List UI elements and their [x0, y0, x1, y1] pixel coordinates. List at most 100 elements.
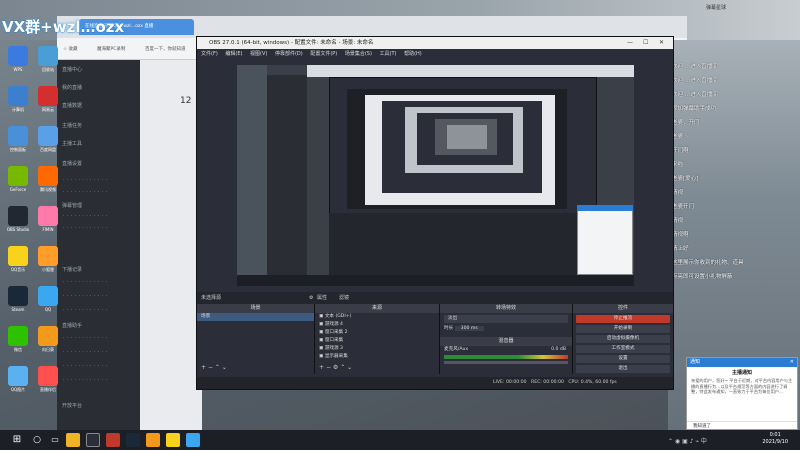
- bookmark-item[interactable]: 魔海聚PC录制: [97, 46, 125, 52]
- transition-select[interactable]: 淡出: [444, 315, 568, 323]
- desktop-icon[interactable]: 网易云: [34, 86, 62, 112]
- app-taskbar-icon[interactable]: [146, 433, 160, 447]
- move-down-icon[interactable]: ⌄: [222, 364, 227, 371]
- desktop-icon[interactable]: GeForce: [4, 166, 32, 192]
- chat-message: 这里展示你收到的礼物、道具: [672, 260, 744, 266]
- console-section[interactable]: 开放平台: [62, 402, 82, 409]
- menu-help[interactable]: 帮助(H): [404, 51, 422, 57]
- desktop-icon[interactable]: 腾讯视频: [34, 166, 62, 192]
- start-recording-button[interactable]: 开始录制: [576, 325, 670, 333]
- console-section[interactable]: 下播记录: [62, 266, 82, 273]
- capture-layer: [577, 205, 633, 275]
- notice-ack-button[interactable]: 我知道了: [687, 421, 797, 430]
- menu-view[interactable]: 视图(V): [250, 51, 267, 57]
- desktop-icon[interactable]: FIMIN: [34, 206, 62, 232]
- obs-taskbar-icon[interactable]: [86, 433, 100, 447]
- clock[interactable]: 0:01 2021/9/10: [762, 432, 788, 446]
- app-icon: [8, 126, 28, 146]
- desktop-icon[interactable]: QQ音乐: [4, 246, 32, 272]
- taskbar: ⊞ ○ ▭ ⌃ ◉ ▣ ♪ ⌁ 中 0:01 2021/9/10: [0, 430, 800, 450]
- console-section[interactable]: 直播设置: [62, 160, 82, 167]
- desktop-icon[interactable]: 微信: [4, 326, 32, 352]
- app-taskbar-icon[interactable]: [166, 433, 180, 447]
- app-taskbar-icon[interactable]: [186, 433, 200, 447]
- menu-scene-collection[interactable]: 场景集合(S): [345, 51, 372, 57]
- gear-icon[interactable]: ⚙: [333, 364, 338, 371]
- menu-docks[interactable]: 停靠部件(D): [275, 51, 303, 57]
- desktop-icon[interactable]: Steam: [4, 286, 32, 312]
- close-icon[interactable]: ✕: [659, 37, 664, 49]
- remove-icon[interactable]: −: [326, 364, 331, 371]
- console-section[interactable]: 主播任务: [62, 122, 82, 129]
- desktop-icon[interactable]: 小狐狸: [34, 246, 62, 272]
- menu-edit[interactable]: 编辑(E): [225, 51, 242, 57]
- bookmark-item[interactable]: 百度一下，你就知道: [145, 46, 186, 52]
- console-row: · · · · · · · · · · · ·: [63, 178, 108, 183]
- gear-icon[interactable]: ⚙: [309, 292, 313, 304]
- chat-message: 欢迎 …进入直播间: [672, 64, 718, 70]
- desktop-icon[interactable]: QQ: [34, 286, 62, 312]
- settings-button[interactable]: 设置: [576, 355, 670, 363]
- menu-file[interactable]: 文件(F): [201, 51, 218, 57]
- properties-tab[interactable]: 属性: [317, 292, 327, 304]
- maximize-icon[interactable]: ☐: [643, 37, 648, 49]
- clock-date: 2021/9/10: [762, 439, 788, 445]
- console-section[interactable]: 直播助手: [62, 322, 82, 329]
- console-row: · · · · · · · · · · · ·: [63, 336, 108, 341]
- file-explorer-icon[interactable]: [66, 433, 80, 447]
- remove-icon[interactable]: −: [208, 364, 213, 371]
- stop-streaming-button[interactable]: 停止推流: [576, 315, 670, 323]
- obs-titlebar: OBS 27.0.1 (64-bit, windows) - 配置文件: 未命名…: [197, 37, 673, 49]
- desktop-icon[interactable]: QQ图片: [4, 366, 32, 392]
- desktop-icon[interactable]: 控制面板: [4, 126, 32, 152]
- desktop-icon[interactable]: 回收站: [34, 46, 62, 72]
- search-icon[interactable]: ○: [30, 433, 44, 447]
- desktop-icon[interactable]: OBS Studio: [4, 206, 32, 232]
- move-up-icon[interactable]: ⌃: [215, 364, 220, 371]
- source-item[interactable]: ▣ 游戏源 4: [315, 321, 439, 329]
- app-icon: [38, 46, 58, 66]
- source-item[interactable]: ▣ 显示器采集: [315, 353, 439, 361]
- exit-button[interactable]: 退出: [576, 365, 670, 373]
- menu-tools[interactable]: 工具(T): [380, 51, 397, 57]
- source-item[interactable]: ▣ 窗口采集 2: [315, 329, 439, 337]
- sources-header: 来源: [315, 304, 439, 313]
- bookmark-item[interactable]: ☆ 收藏: [63, 46, 77, 52]
- studio-mode-button[interactable]: 工作室模式: [576, 345, 670, 353]
- obs-menubar: 文件(F) 编辑(E) 视图(V) 停靠部件(D) 配置文件(P) 场景集合(S…: [197, 49, 673, 59]
- scene-item[interactable]: 场景: [197, 313, 314, 321]
- move-down-icon[interactable]: ⌄: [347, 364, 352, 371]
- console-section[interactable]: 直播中心: [62, 66, 82, 73]
- steam-taskbar-icon[interactable]: [126, 433, 140, 447]
- move-up-icon[interactable]: ⌃: [340, 364, 345, 371]
- desktop-icon[interactable]: 计算机: [4, 86, 32, 112]
- console-section[interactable]: 弹幕管理: [62, 202, 82, 209]
- volume-slider[interactable]: [444, 361, 568, 364]
- app-taskbar-icon[interactable]: [106, 433, 120, 447]
- capture-layer: [329, 213, 597, 281]
- source-item[interactable]: ▣ 窗口采集: [315, 337, 439, 345]
- close-icon[interactable]: ✕: [790, 359, 794, 365]
- console-section[interactable]: 我的直播: [62, 84, 82, 91]
- desktop-icon[interactable]: 百度网盘: [34, 126, 62, 152]
- add-icon[interactable]: +: [319, 364, 324, 371]
- desktop-icon[interactable]: WPS: [4, 46, 32, 72]
- tray-icons[interactable]: ⌃ ◉ ▣ ♪ ⌁ 中: [668, 436, 707, 445]
- menu-profile[interactable]: 配置文件(P): [310, 51, 337, 57]
- source-item[interactable]: ▣ 文本 (GDI+): [315, 313, 439, 321]
- minimize-icon[interactable]: —: [627, 37, 633, 49]
- duration-input[interactable]: 300 ms: [454, 326, 484, 331]
- filters-tab[interactable]: 滤镜: [339, 292, 349, 304]
- console-section[interactable]: 主播工具: [62, 140, 82, 147]
- add-icon[interactable]: +: [201, 364, 206, 371]
- source-label: 窗口采集: [324, 338, 344, 343]
- console-section[interactable]: 直播数据: [62, 102, 82, 109]
- windows-start-icon[interactable]: ⊞: [10, 433, 24, 447]
- desktop-icon[interactable]: 向日葵: [34, 326, 62, 352]
- source-item[interactable]: ▣ 游戏源 3: [315, 345, 439, 353]
- task-view-icon[interactable]: ▭: [48, 433, 62, 447]
- virtual-camera-button[interactable]: 启动虚拟摄像机: [576, 335, 670, 343]
- obs-preview-canvas[interactable]: [237, 65, 634, 286]
- desktop-icon[interactable]: 直播伴侣: [34, 366, 62, 392]
- duration-label: 时长: [444, 326, 454, 331]
